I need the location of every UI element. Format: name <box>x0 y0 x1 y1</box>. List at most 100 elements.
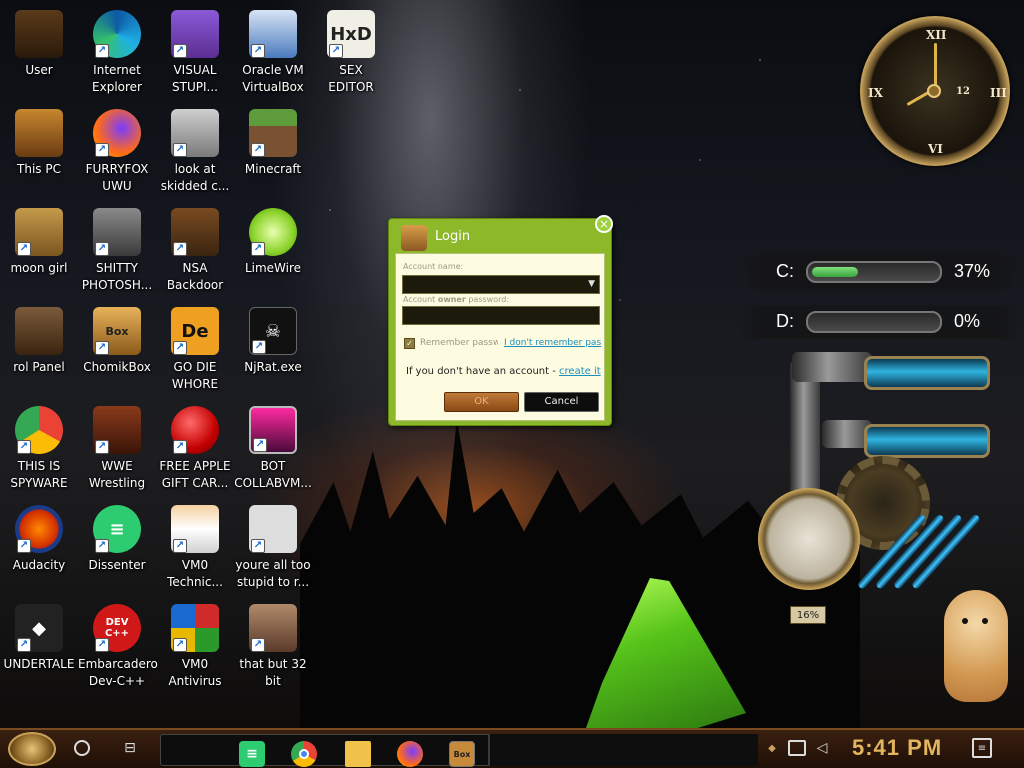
desktop-icon-label: look at skidded c... <box>160 162 230 193</box>
no-account-prefix: If you don't have an account - <box>406 366 560 377</box>
volume-muted-icon[interactable]: ◁ <box>814 739 830 757</box>
desktop-icon-label: FREE APPLE GIFT CAR... <box>159 459 231 490</box>
desktop-icon[interactable]: ↗ Minecraft <box>234 105 312 201</box>
no-account-text: If you don't have an account - create it <box>406 366 601 377</box>
desktop-icon[interactable]: ≡ ↗ Dissenter <box>78 501 156 597</box>
desktop-icon[interactable]: ↗ look at skidded c... <box>156 105 234 201</box>
shortcut-arrow-icon: ↗ <box>251 143 265 157</box>
drive-meter-c-percent: 37% <box>954 261 991 281</box>
chevron-down-icon[interactable]: ▼ <box>588 279 595 289</box>
desktop-icon[interactable]: ↗ VM0 Antivirus <box>156 600 234 696</box>
desktop-icon[interactable]: ↗ NSA Backdoor <box>156 204 234 300</box>
close-icon[interactable]: × <box>595 215 613 233</box>
desktop-icon[interactable]: Box ↗ ChomikBox <box>78 303 156 399</box>
shortcut-arrow-icon: ↗ <box>95 44 109 58</box>
desktop-icon[interactable]: rol Panel <box>0 303 78 399</box>
shortcut-arrow-icon: ↗ <box>251 242 265 256</box>
file-explorer-taskbar-icon[interactable] <box>345 741 371 767</box>
desktop-icon[interactable]: ↗ moon girl <box>0 204 78 300</box>
login-dialog: Login × Account name: ▼ Account owner pa… <box>388 215 613 426</box>
account-name-label: Account name: <box>403 262 464 271</box>
forgot-password-link[interactable]: I don't remember pas <box>504 338 602 348</box>
search-circle-icon[interactable] <box>74 740 90 756</box>
desktop-icon[interactable]: ↗ FURRYFOX UWU <box>78 105 156 201</box>
desktop-icon[interactable]: ↗ SHITTY PHOTOSH... <box>78 204 156 300</box>
taskbar: ⊟ ≡ Box ◆ ◁ 5:41 PM ≡ <box>0 728 1024 768</box>
desktop-icon-label: GO DIE WHORE <box>171 360 219 391</box>
password-field[interactable] <box>402 306 600 325</box>
taskbar-clock[interactable]: 5:41 PM <box>852 735 942 761</box>
drive-meter-d: D: 0% <box>740 305 1020 339</box>
chomikbox-taskbar-icon[interactable]: Box <box>449 741 475 767</box>
desktop-icon-label: that but 32 bit <box>239 657 307 688</box>
desktop-icon[interactable]: DEV C++ ↗ Embarcadero Dev-C++ <box>78 600 158 696</box>
ok-button[interactable]: OK <box>444 392 519 412</box>
control-panel-icon <box>15 307 63 355</box>
start-button[interactable] <box>8 732 56 766</box>
desktop-icon[interactable]: HxD ↗ SEX EDITOR <box>312 6 390 102</box>
limewire-icon: ↗ <box>249 208 297 256</box>
shortcut-arrow-icon: ↗ <box>17 440 31 454</box>
show-hidden-icons[interactable]: ◆ <box>766 742 778 754</box>
desktop-icon-label: VM0 Technic... <box>167 558 223 589</box>
nsa-backdoor-icon: ↗ <box>171 208 219 256</box>
desktop-icon[interactable]: ↗ youre all too stupid to r... <box>234 501 312 597</box>
desktop-icon[interactable]: ↗ BOT COLLABVM... <box>234 402 312 498</box>
shortcut-arrow-icon: ↗ <box>173 143 187 157</box>
clock-gadget[interactable]: XII III VI IX 12 <box>852 6 1020 168</box>
desktop-icon[interactable]: ◆ ↗ UNDERTALE <box>0 600 78 696</box>
chomikbox-icon: Box ↗ <box>93 307 141 355</box>
blue-tube-upper <box>864 356 990 390</box>
shortcut-arrow-icon: ↗ <box>173 539 187 553</box>
desktop-icon-label: ChomikBox <box>83 360 151 374</box>
firefox-taskbar-icon[interactable] <box>397 741 423 767</box>
shortcut-arrow-icon: ↗ <box>95 341 109 355</box>
cancel-button[interactable]: Cancel <box>524 392 599 412</box>
desktop-icon-label: SEX EDITOR <box>328 63 374 94</box>
remember-password-label: Remember passw <box>420 338 498 348</box>
owner-password-label: Account owner password: <box>403 295 509 304</box>
desktop-icon-label: This PC <box>17 162 61 176</box>
desktop-icon[interactable]: ↗ Audacity <box>0 501 78 597</box>
dissenter-icon: ≡ ↗ <box>93 505 141 553</box>
desktop-icon[interactable]: ↗ VM0 Technic... <box>156 501 234 597</box>
remember-password-checkbox[interactable]: ✓ <box>404 338 415 349</box>
desktop-icon-label: moon girl <box>10 261 68 275</box>
audacity-icon: ↗ <box>15 505 63 553</box>
desktop-icon[interactable]: ☠ ↗ NjRat.exe <box>234 303 312 399</box>
dissenter-taskbar-icon[interactable]: ≡ <box>239 741 265 767</box>
desktop-icon-label: FURRYFOX UWU <box>85 162 149 193</box>
desktop-icon[interactable]: ↗ LimeWire <box>234 204 312 300</box>
account-name-field[interactable]: ▼ <box>402 275 600 294</box>
taskbar-empty-area <box>488 734 758 766</box>
bot-icon: ↗ <box>249 406 297 454</box>
chomikbox-app-icon <box>401 225 427 251</box>
desktop-icon[interactable]: De ↗ GO DIE WHORE <box>156 303 234 399</box>
desktop-icon[interactable]: ↗ Oracle VM VirtualBox <box>234 6 312 102</box>
desktop-icon[interactable]: This PC <box>0 105 78 201</box>
drive-meter-c-label: C: <box>776 261 794 281</box>
desktop-icon[interactable]: ↗ Internet Explorer <box>78 6 156 102</box>
network-icon[interactable] <box>788 740 806 756</box>
desktop-icon[interactable]: ↗ WWE Wrestling <box>78 402 156 498</box>
desktop-icon[interactable]: ↗ that but 32 bit <box>234 600 312 696</box>
desktop-icon[interactable]: ↗ FREE APPLE GIFT CAR... <box>156 402 234 498</box>
desktop-icon-label: THIS IS SPYWARE <box>10 459 68 490</box>
desktop-icon[interactable]: ↗ THIS IS SPYWARE <box>0 402 78 498</box>
hamster-mascot[interactable] <box>944 590 1008 702</box>
minecraft-icon: ↗ <box>249 109 297 157</box>
drive-meter-c: C: 37% <box>740 255 1020 289</box>
pressure-gauge <box>758 488 860 590</box>
desktop-icon[interactable]: User <box>0 6 78 102</box>
task-view-icon[interactable]: ⊟ <box>120 739 140 757</box>
visual-studio-icon: ↗ <box>171 10 219 58</box>
notifications-icon[interactable]: ≡ <box>972 738 992 758</box>
create-account-link[interactable]: create it <box>559 366 601 377</box>
shortcut-arrow-icon: ↗ <box>252 340 266 354</box>
clock-numeral-6: VI <box>928 142 943 156</box>
pipe-top <box>792 352 872 382</box>
shortcut-arrow-icon: ↗ <box>173 440 187 454</box>
chrome-taskbar-icon[interactable] <box>291 741 317 767</box>
desktop-icon-label: UNDERTALE <box>3 657 75 671</box>
desktop-icon[interactable]: ↗ VISUAL STUPI... <box>156 6 234 102</box>
